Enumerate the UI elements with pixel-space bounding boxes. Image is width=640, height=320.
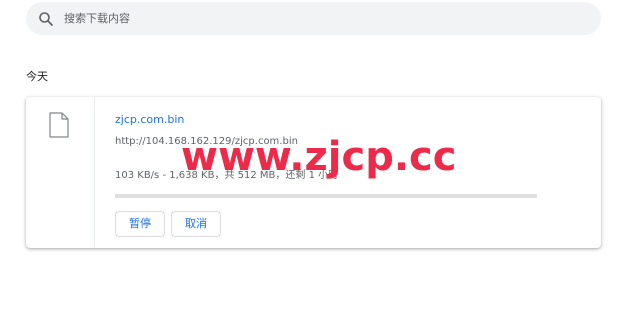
- download-progress-text: 103 KB/s - 1,638 KB，共 512 MB，还剩 1 小时: [115, 170, 339, 181]
- search-input[interactable]: [64, 8, 544, 29]
- search-bar[interactable]: [26, 2, 601, 35]
- file-icon[interactable]: [49, 112, 69, 138]
- file-source-url[interactable]: http://104.168.162.129/zjcp.com.bin: [115, 136, 298, 147]
- date-section-heading: 今天: [26, 70, 48, 83]
- file-icon-column: [26, 97, 95, 248]
- pause-button[interactable]: 暂停: [115, 211, 165, 237]
- download-item-card: zjcp.com.bin http://104.168.162.129/zjcp…: [26, 97, 601, 248]
- search-icon: [38, 11, 54, 27]
- cancel-button[interactable]: 取消: [171, 211, 221, 237]
- downloads-page: 今天 zjcp.com.bin http://104.168.162.129/z…: [0, 0, 640, 320]
- download-progress-bar: [115, 194, 537, 198]
- file-name-link[interactable]: zjcp.com.bin: [115, 113, 184, 126]
- download-progress-fill: [115, 194, 117, 198]
